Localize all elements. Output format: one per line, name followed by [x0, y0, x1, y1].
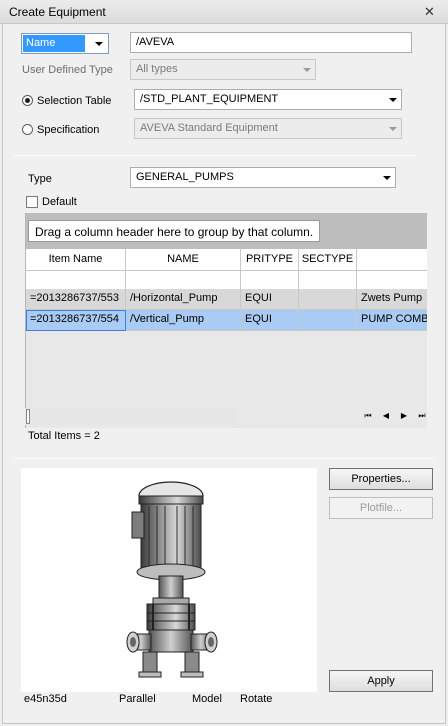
cell-name[interactable]: /Vertical_Pump [126, 310, 241, 331]
specification-value: AVEVA Standard Equipment [140, 122, 278, 134]
section-divider [14, 458, 434, 459]
chevron-down-icon [303, 68, 311, 72]
column-header-pritype[interactable]: PRITYPE [241, 249, 299, 271]
selection-table-label: Selection Table [37, 95, 112, 107]
group-by-bar: Drag a column header here to group by th… [26, 213, 427, 249]
previous-record-icon[interactable]: ◀ [380, 410, 392, 422]
default-label: Default [42, 196, 77, 208]
status-code: e45n35d [24, 693, 67, 705]
total-items-label: Total Items = 2 [28, 430, 100, 442]
default-checkbox[interactable] [26, 196, 38, 208]
equipment-grid: Drag a column header here to group by th… [25, 213, 427, 428]
cell-sectype[interactable] [299, 289, 357, 310]
last-record-icon[interactable]: ⏭ [416, 410, 428, 422]
horizontal-scrollbar[interactable] [25, 408, 237, 425]
cell-item-name[interactable]: =2013286737/554 [26, 310, 126, 331]
user-defined-type-label: User Defined Type [22, 64, 113, 76]
name-input[interactable]: /AVEVA [130, 32, 412, 53]
selection-table-dropdown[interactable]: /STD_PLANT_EQUIPMENT [134, 89, 402, 110]
cell-pritype[interactable]: EQUI [241, 289, 299, 310]
properties-button[interactable]: Properties... [329, 468, 433, 490]
cell-item-name[interactable]: =2013286737/553 [26, 289, 126, 310]
cell-description[interactable]: PUMP COMB [357, 310, 427, 331]
column-header-item-name[interactable]: Item Name [26, 249, 126, 271]
cell-pritype[interactable]: EQUI [241, 310, 299, 331]
close-icon[interactable]: ✕ [424, 4, 435, 20]
section-divider [14, 155, 416, 156]
next-record-icon[interactable]: ▶ [398, 410, 410, 422]
type-value: GENERAL_PUMPS [136, 171, 234, 183]
user-defined-type-dropdown: All types [130, 59, 316, 80]
status-mode[interactable]: Model [192, 693, 222, 705]
vertical-pump-image [126, 481, 218, 678]
name-mode-selected: Name [23, 35, 85, 52]
name-mode-dropdown[interactable]: Name [21, 33, 109, 54]
status-action[interactable]: Rotate [240, 693, 272, 705]
type-label: Type [28, 173, 52, 185]
selection-table-value: /STD_PLANT_EQUIPMENT [140, 93, 279, 105]
specification-radio[interactable] [22, 124, 33, 135]
plotfile-button: Plotfile... [329, 497, 433, 519]
chevron-down-icon [389, 127, 397, 131]
first-record-icon[interactable]: ⏮ [362, 410, 374, 422]
chevron-down-icon [383, 176, 391, 180]
scrollbar-thumb[interactable] [26, 409, 30, 424]
type-dropdown[interactable]: GENERAL_PUMPS [130, 167, 396, 188]
column-header-name[interactable]: NAME [126, 249, 241, 271]
chevron-down-icon [389, 98, 397, 102]
specification-dropdown: AVEVA Standard Equipment [134, 118, 402, 139]
title-bar: Create Equipment ✕ [0, 0, 448, 24]
user-defined-type-value: All types [136, 63, 178, 75]
selection-table-radio[interactable] [22, 95, 33, 106]
specification-label: Specification [37, 124, 100, 136]
group-by-hint: Drag a column header here to group by th… [28, 220, 321, 242]
status-projection[interactable]: Parallel [119, 693, 156, 705]
window-title: Create Equipment [9, 5, 106, 19]
equipment-preview-viewport[interactable] [21, 468, 317, 692]
column-header-sectype[interactable]: SECTYPE [299, 249, 357, 271]
cell-sectype[interactable] [299, 310, 357, 331]
cell-description[interactable]: Zwets Pump [357, 289, 427, 310]
chevron-down-icon [95, 42, 103, 46]
cell-name[interactable]: /Horizontal_Pump [126, 289, 241, 310]
column-header-description [357, 249, 427, 271]
apply-button[interactable]: Apply [329, 670, 433, 692]
